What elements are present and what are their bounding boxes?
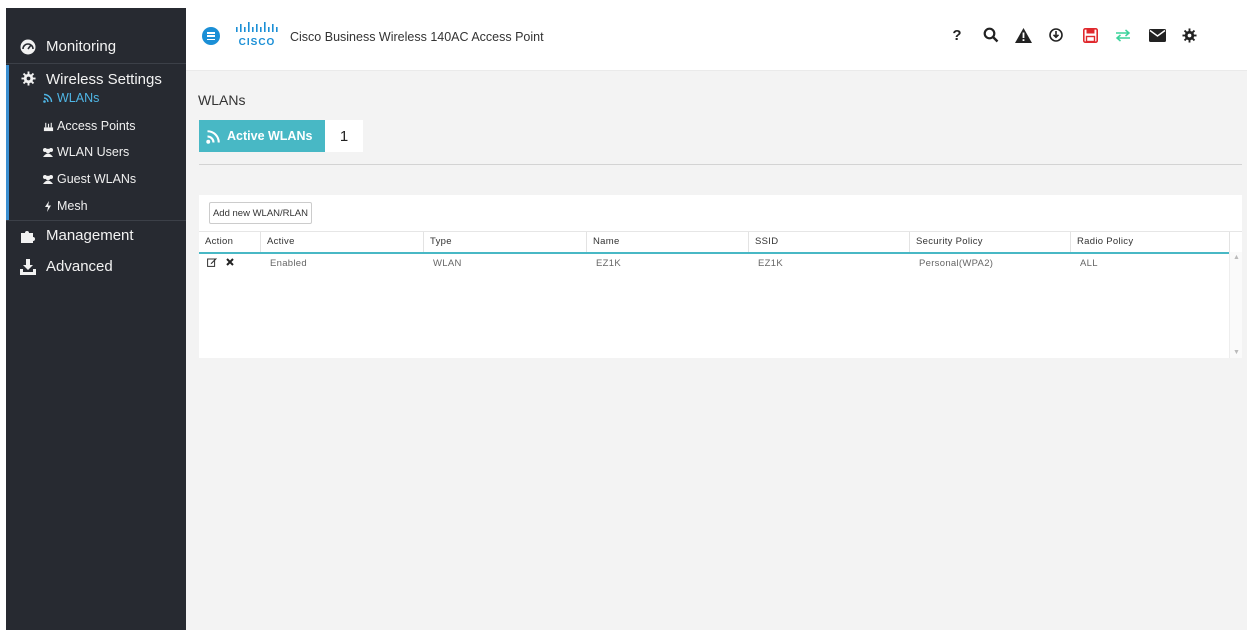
transfer-icon[interactable] bbox=[1112, 24, 1134, 46]
cisco-logo: CISCO bbox=[236, 22, 278, 48]
nav-wireless-settings-label: Wireless Settings bbox=[46, 71, 162, 88]
cell-ssid: EZ1K bbox=[758, 258, 783, 269]
table-scrollbar[interactable]: ▲ ▼ bbox=[1229, 252, 1242, 358]
active-wlans-count: 1 bbox=[325, 120, 363, 152]
column-header-name[interactable]: Name bbox=[587, 232, 749, 252]
nav-monitoring[interactable]: Monitoring bbox=[6, 38, 186, 55]
sidebar-item-label: WLAN Users bbox=[57, 145, 130, 159]
nav-wireless-settings[interactable]: Wireless Settings bbox=[6, 71, 186, 88]
sidebar-item-label: Access Points bbox=[57, 119, 136, 133]
add-wlan-button[interactable]: Add new WLAN/RLAN bbox=[209, 202, 312, 224]
gear-icon[interactable] bbox=[1178, 24, 1200, 46]
users-icon bbox=[42, 173, 54, 185]
divider bbox=[199, 164, 1242, 165]
sidebar: Monitoring Wireless Settings WLANs Acces… bbox=[6, 8, 186, 630]
cell-radio-policy: ALL bbox=[1080, 258, 1098, 269]
nav-management[interactable]: Management bbox=[6, 227, 186, 244]
column-header-action[interactable]: Action bbox=[199, 232, 261, 252]
app-title: Cisco Business Wireless 140AC Access Poi… bbox=[290, 30, 544, 44]
cell-name: EZ1K bbox=[596, 258, 621, 269]
active-section-indicator bbox=[6, 65, 9, 220]
sidebar-item-guest-wlans[interactable]: Guest WLANs bbox=[42, 172, 136, 186]
divider bbox=[6, 63, 186, 64]
menu-toggle-icon[interactable] bbox=[202, 27, 220, 45]
divider bbox=[6, 220, 186, 221]
cell-active: Enabled bbox=[270, 258, 307, 269]
nav-monitoring-label: Monitoring bbox=[46, 38, 117, 55]
help-icon[interactable]: ? bbox=[946, 24, 968, 46]
nav-advanced[interactable]: Advanced bbox=[6, 258, 186, 275]
cell-type: WLAN bbox=[433, 258, 462, 269]
download-icon[interactable] bbox=[1045, 24, 1067, 46]
wlan-table-panel: Add new WLAN/RLAN Action Active Type Nam… bbox=[199, 195, 1242, 358]
edit-icon[interactable] bbox=[207, 257, 217, 267]
sidebar-item-mesh[interactable]: Mesh bbox=[42, 199, 88, 213]
wifi-icon bbox=[42, 92, 54, 104]
gear-icon bbox=[20, 71, 36, 87]
active-wlans-tile[interactable]: Active WLANs bbox=[199, 120, 325, 152]
cell-security-policy: Personal(WPA2) bbox=[919, 258, 994, 269]
save-icon[interactable] bbox=[1079, 24, 1101, 46]
download-tray-icon bbox=[20, 258, 36, 275]
search-icon[interactable] bbox=[980, 24, 1002, 46]
delete-icon[interactable] bbox=[225, 257, 235, 267]
users-icon bbox=[42, 146, 54, 158]
mail-icon[interactable] bbox=[1146, 24, 1168, 46]
top-header: CISCO Cisco Business Wireless 140AC Acce… bbox=[186, 8, 1247, 71]
dashboard-icon bbox=[20, 39, 36, 55]
page-title: WLANs bbox=[198, 92, 246, 108]
column-header-type[interactable]: Type bbox=[424, 232, 587, 252]
active-wlans-label: Active WLANs bbox=[227, 129, 313, 143]
column-header-active[interactable]: Active bbox=[261, 232, 424, 252]
nav-management-label: Management bbox=[46, 227, 134, 244]
sidebar-item-label: Guest WLANs bbox=[57, 172, 137, 186]
sidebar-item-access-points[interactable]: Access Points bbox=[42, 119, 136, 133]
column-header-radio-policy[interactable]: Radio Policy bbox=[1071, 232, 1230, 252]
column-header-security-policy[interactable]: Security Policy bbox=[910, 232, 1071, 252]
main-content: WLANs Active WLANs 1 Add new WLAN/RLAN A… bbox=[186, 71, 1247, 630]
column-header-ssid[interactable]: SSID bbox=[749, 232, 910, 252]
puzzle-icon bbox=[20, 228, 36, 244]
sidebar-item-label: WLANs bbox=[57, 91, 100, 105]
sidebar-item-label: Mesh bbox=[57, 199, 88, 213]
sidebar-item-wlan-users[interactable]: WLAN Users bbox=[42, 145, 129, 159]
access-point-icon bbox=[42, 120, 54, 132]
bolt-icon bbox=[42, 200, 54, 212]
wifi-icon bbox=[206, 129, 221, 144]
alert-icon[interactable] bbox=[1012, 24, 1034, 46]
table-header: Action Active Type Name SSID Security Po… bbox=[199, 231, 1242, 254]
sidebar-item-wlans[interactable]: WLANs bbox=[42, 91, 99, 105]
logo-text: CISCO bbox=[239, 37, 276, 48]
nav-advanced-label: Advanced bbox=[46, 258, 113, 275]
